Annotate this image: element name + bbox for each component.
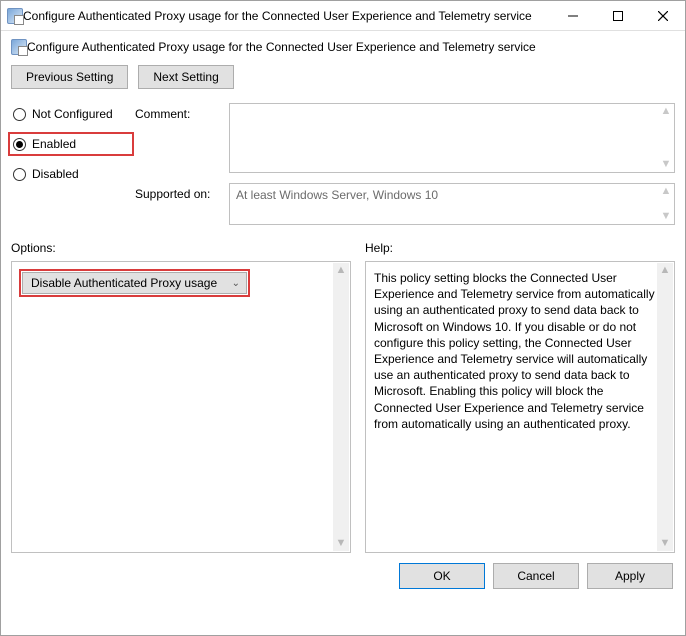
proxy-usage-dropdown[interactable]: Disable Authenticated Proxy usage ⌄ [22, 272, 247, 294]
dialog-footer: OK Cancel Apply [1, 553, 685, 599]
radio-disabled[interactable]: Disabled [11, 165, 131, 183]
scroll-up-icon: ▲ [660, 106, 672, 117]
supported-on-box: At least Windows Server, Windows 10 ▲ ▼ [229, 183, 675, 225]
scroll-down-icon: ▼ [660, 536, 671, 551]
window-title: Configure Authenticated Proxy usage for … [23, 9, 550, 23]
comment-label: Comment: [135, 103, 225, 183]
chevron-down-icon: ⌄ [232, 278, 240, 289]
radio-not-configured[interactable]: Not Configured [11, 105, 131, 123]
policy-title: Configure Authenticated Proxy usage for … [27, 40, 536, 54]
scroll-down-icon: ▼ [660, 211, 672, 222]
app-icon [7, 8, 23, 24]
settings-grid: Not Configured Enabled Disabled Comment:… [1, 99, 685, 233]
scroll-down-icon: ▼ [336, 536, 347, 551]
options-column: Options: Disable Authenticated Proxy usa… [11, 241, 351, 553]
ok-button[interactable]: OK [399, 563, 485, 589]
help-label: Help: [365, 241, 675, 255]
radio-dot-icon [13, 138, 26, 151]
help-column: Help: This policy setting blocks the Con… [365, 241, 675, 553]
scroll-up-icon: ▲ [336, 263, 347, 278]
next-setting-button[interactable]: Next Setting [138, 65, 233, 89]
scroll-up-icon: ▲ [660, 186, 672, 197]
help-scrollbar[interactable]: ▲ ▼ [657, 263, 673, 551]
minimize-button[interactable] [550, 1, 595, 30]
scroll-down-icon: ▼ [660, 159, 672, 170]
policy-header: Configure Authenticated Proxy usage for … [1, 31, 685, 61]
radio-enabled[interactable]: Enabled [11, 135, 131, 153]
help-text: This policy setting blocks the Connected… [374, 271, 655, 431]
radio-label: Disabled [32, 167, 79, 181]
options-scrollbar[interactable]: ▲ ▼ [333, 263, 349, 551]
window-controls [550, 1, 685, 30]
options-label: Options: [11, 241, 351, 255]
options-panel: Disable Authenticated Proxy usage ⌄ ▲ ▼ [11, 261, 351, 553]
dropdown-value: Disable Authenticated Proxy usage [31, 276, 217, 290]
apply-button[interactable]: Apply [587, 563, 673, 589]
cancel-button[interactable]: Cancel [493, 563, 579, 589]
comment-textarea[interactable]: ▲ ▼ [229, 103, 675, 173]
state-radios: Not Configured Enabled Disabled [11, 103, 131, 233]
nav-row: Previous Setting Next Setting [1, 61, 685, 99]
help-textbox[interactable]: This policy setting blocks the Connected… [365, 261, 675, 553]
radio-label: Not Configured [32, 107, 113, 121]
titlebar: Configure Authenticated Proxy usage for … [1, 1, 685, 31]
lower-grid: Options: Disable Authenticated Proxy usa… [1, 233, 685, 553]
supported-on-value: At least Windows Server, Windows 10 [236, 188, 438, 202]
radio-dot-icon [13, 108, 26, 121]
radio-label: Enabled [32, 137, 76, 151]
supported-on-label: Supported on: [135, 183, 225, 233]
policy-icon [11, 39, 27, 55]
close-button[interactable] [640, 1, 685, 30]
previous-setting-button[interactable]: Previous Setting [11, 65, 128, 89]
radio-dot-icon [13, 168, 26, 181]
scroll-up-icon: ▲ [660, 263, 671, 278]
maximize-button[interactable] [595, 1, 640, 30]
